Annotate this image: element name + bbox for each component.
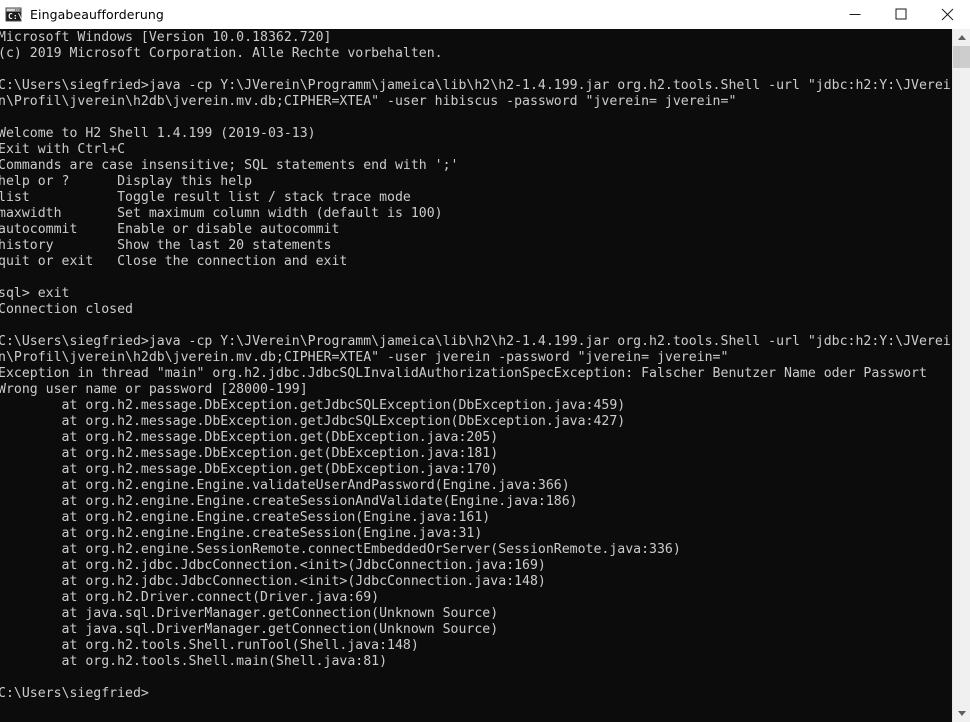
console-line: help or ? Display this help — [0, 174, 253, 189]
console-line: autocommit Enable or disable autocommit — [0, 222, 340, 237]
console-line: Welcome to H2 Shell 1.4.199 (2019-03-13) — [0, 126, 316, 141]
console-line: at java.sql.DriverManager.getConnection(… — [0, 622, 499, 637]
console-line: at org.h2.jdbc.JdbcConnection.<init>(Jdb… — [0, 558, 546, 573]
console-line: list Toggle result list / stack trace mo… — [0, 190, 411, 205]
console-line: at org.h2.tools.Shell.runTool(Shell.java… — [0, 638, 419, 653]
console-line: C:\Users\siegfried>java -cp Y:\JVerein\P… — [0, 334, 951, 349]
console-output[interactable]: Microsoft Windows [Version 10.0.18362.72… — [0, 29, 952, 722]
console-line: quit or exit Close the connection and ex… — [0, 254, 348, 269]
console-line: at java.sql.DriverManager.getConnection(… — [0, 606, 499, 621]
console-line: at org.h2.Driver.connect(Driver.java:69) — [0, 590, 380, 605]
scrollbar-track[interactable] — [953, 46, 970, 705]
console-line: at org.h2.engine.Engine.validateUserAndP… — [0, 478, 570, 493]
command-prompt-window: C:\ Eingabeaufforderung Microsoft Window… — [0, 0, 970, 722]
scroll-down-button[interactable] — [953, 705, 970, 722]
console-line: at org.h2.message.DbException.getJdbcSQL… — [0, 398, 626, 413]
console-line: maxwidth Set maximum column width (defau… — [0, 206, 443, 221]
console-line: n\Profil\jverein\h2db\jverein.mv.db;CIPH… — [0, 350, 729, 365]
minimize-button[interactable] — [832, 0, 878, 28]
console-line: Exit with Ctrl+C — [0, 142, 126, 157]
maximize-icon — [895, 8, 907, 20]
console-line: (c) 2019 Microsoft Corporation. Alle Rec… — [0, 46, 443, 61]
close-button[interactable] — [924, 0, 970, 28]
console-line: C:\Users\siegfried>java -cp Y:\JVerein\P… — [0, 78, 951, 93]
scroll-up-button[interactable] — [953, 29, 970, 46]
window-title: Eingabeaufforderung — [30, 6, 164, 22]
console-line: sql> exit — [0, 286, 70, 301]
console-line: at org.h2.message.DbException.get(DbExce… — [0, 462, 499, 477]
console-icon: C:\ — [5, 6, 23, 23]
console-line: at org.h2.jdbc.JdbcConnection.<init>(Jdb… — [0, 574, 546, 589]
console-line: at org.h2.engine.Engine.createSession(En… — [0, 510, 491, 525]
console-line: at org.h2.engine.Engine.createSessionAnd… — [0, 494, 578, 509]
vertical-scrollbar[interactable] — [952, 29, 970, 722]
console-line: at org.h2.message.DbException.get(DbExce… — [0, 430, 499, 445]
close-icon — [941, 8, 953, 20]
minimize-icon — [849, 14, 861, 15]
title-bar[interactable]: C:\ Eingabeaufforderung — [0, 0, 970, 29]
console-line: Commands are case insensitive; SQL state… — [0, 158, 459, 173]
console-line: at org.h2.tools.Shell.main(Shell.java:81… — [0, 654, 388, 669]
console-line: Microsoft Windows [Version 10.0.18362.72… — [0, 30, 332, 45]
console-line: at org.h2.message.DbException.getJdbcSQL… — [0, 414, 626, 429]
title-bar-left: C:\ Eingabeaufforderung — [0, 6, 832, 23]
svg-text:C:\: C:\ — [8, 12, 22, 21]
console-line: at org.h2.engine.SessionRemote.connectEm… — [0, 542, 681, 557]
scroll-up-arrow-icon — [957, 35, 966, 40]
console-line: Exception in thread "main" org.h2.jdbc.J… — [0, 366, 927, 381]
scrollbar-thumb[interactable] — [953, 46, 970, 68]
console-line: Connection closed — [0, 302, 133, 317]
console-area[interactable]: Microsoft Windows [Version 10.0.18362.72… — [0, 29, 970, 722]
console-line: history Show the last 20 statements — [0, 238, 332, 253]
console-line: Wrong user name or password [28000-199] — [0, 382, 308, 397]
scroll-down-arrow-icon — [957, 711, 966, 716]
maximize-button[interactable] — [878, 0, 924, 28]
console-line: C:\Users\siegfried> — [0, 686, 149, 701]
console-line: n\Profil\jverein\h2db\jverein.mv.db;CIPH… — [0, 94, 737, 109]
console-line: at org.h2.message.DbException.get(DbExce… — [0, 446, 499, 461]
console-line: at org.h2.engine.Engine.createSession(En… — [0, 526, 483, 541]
